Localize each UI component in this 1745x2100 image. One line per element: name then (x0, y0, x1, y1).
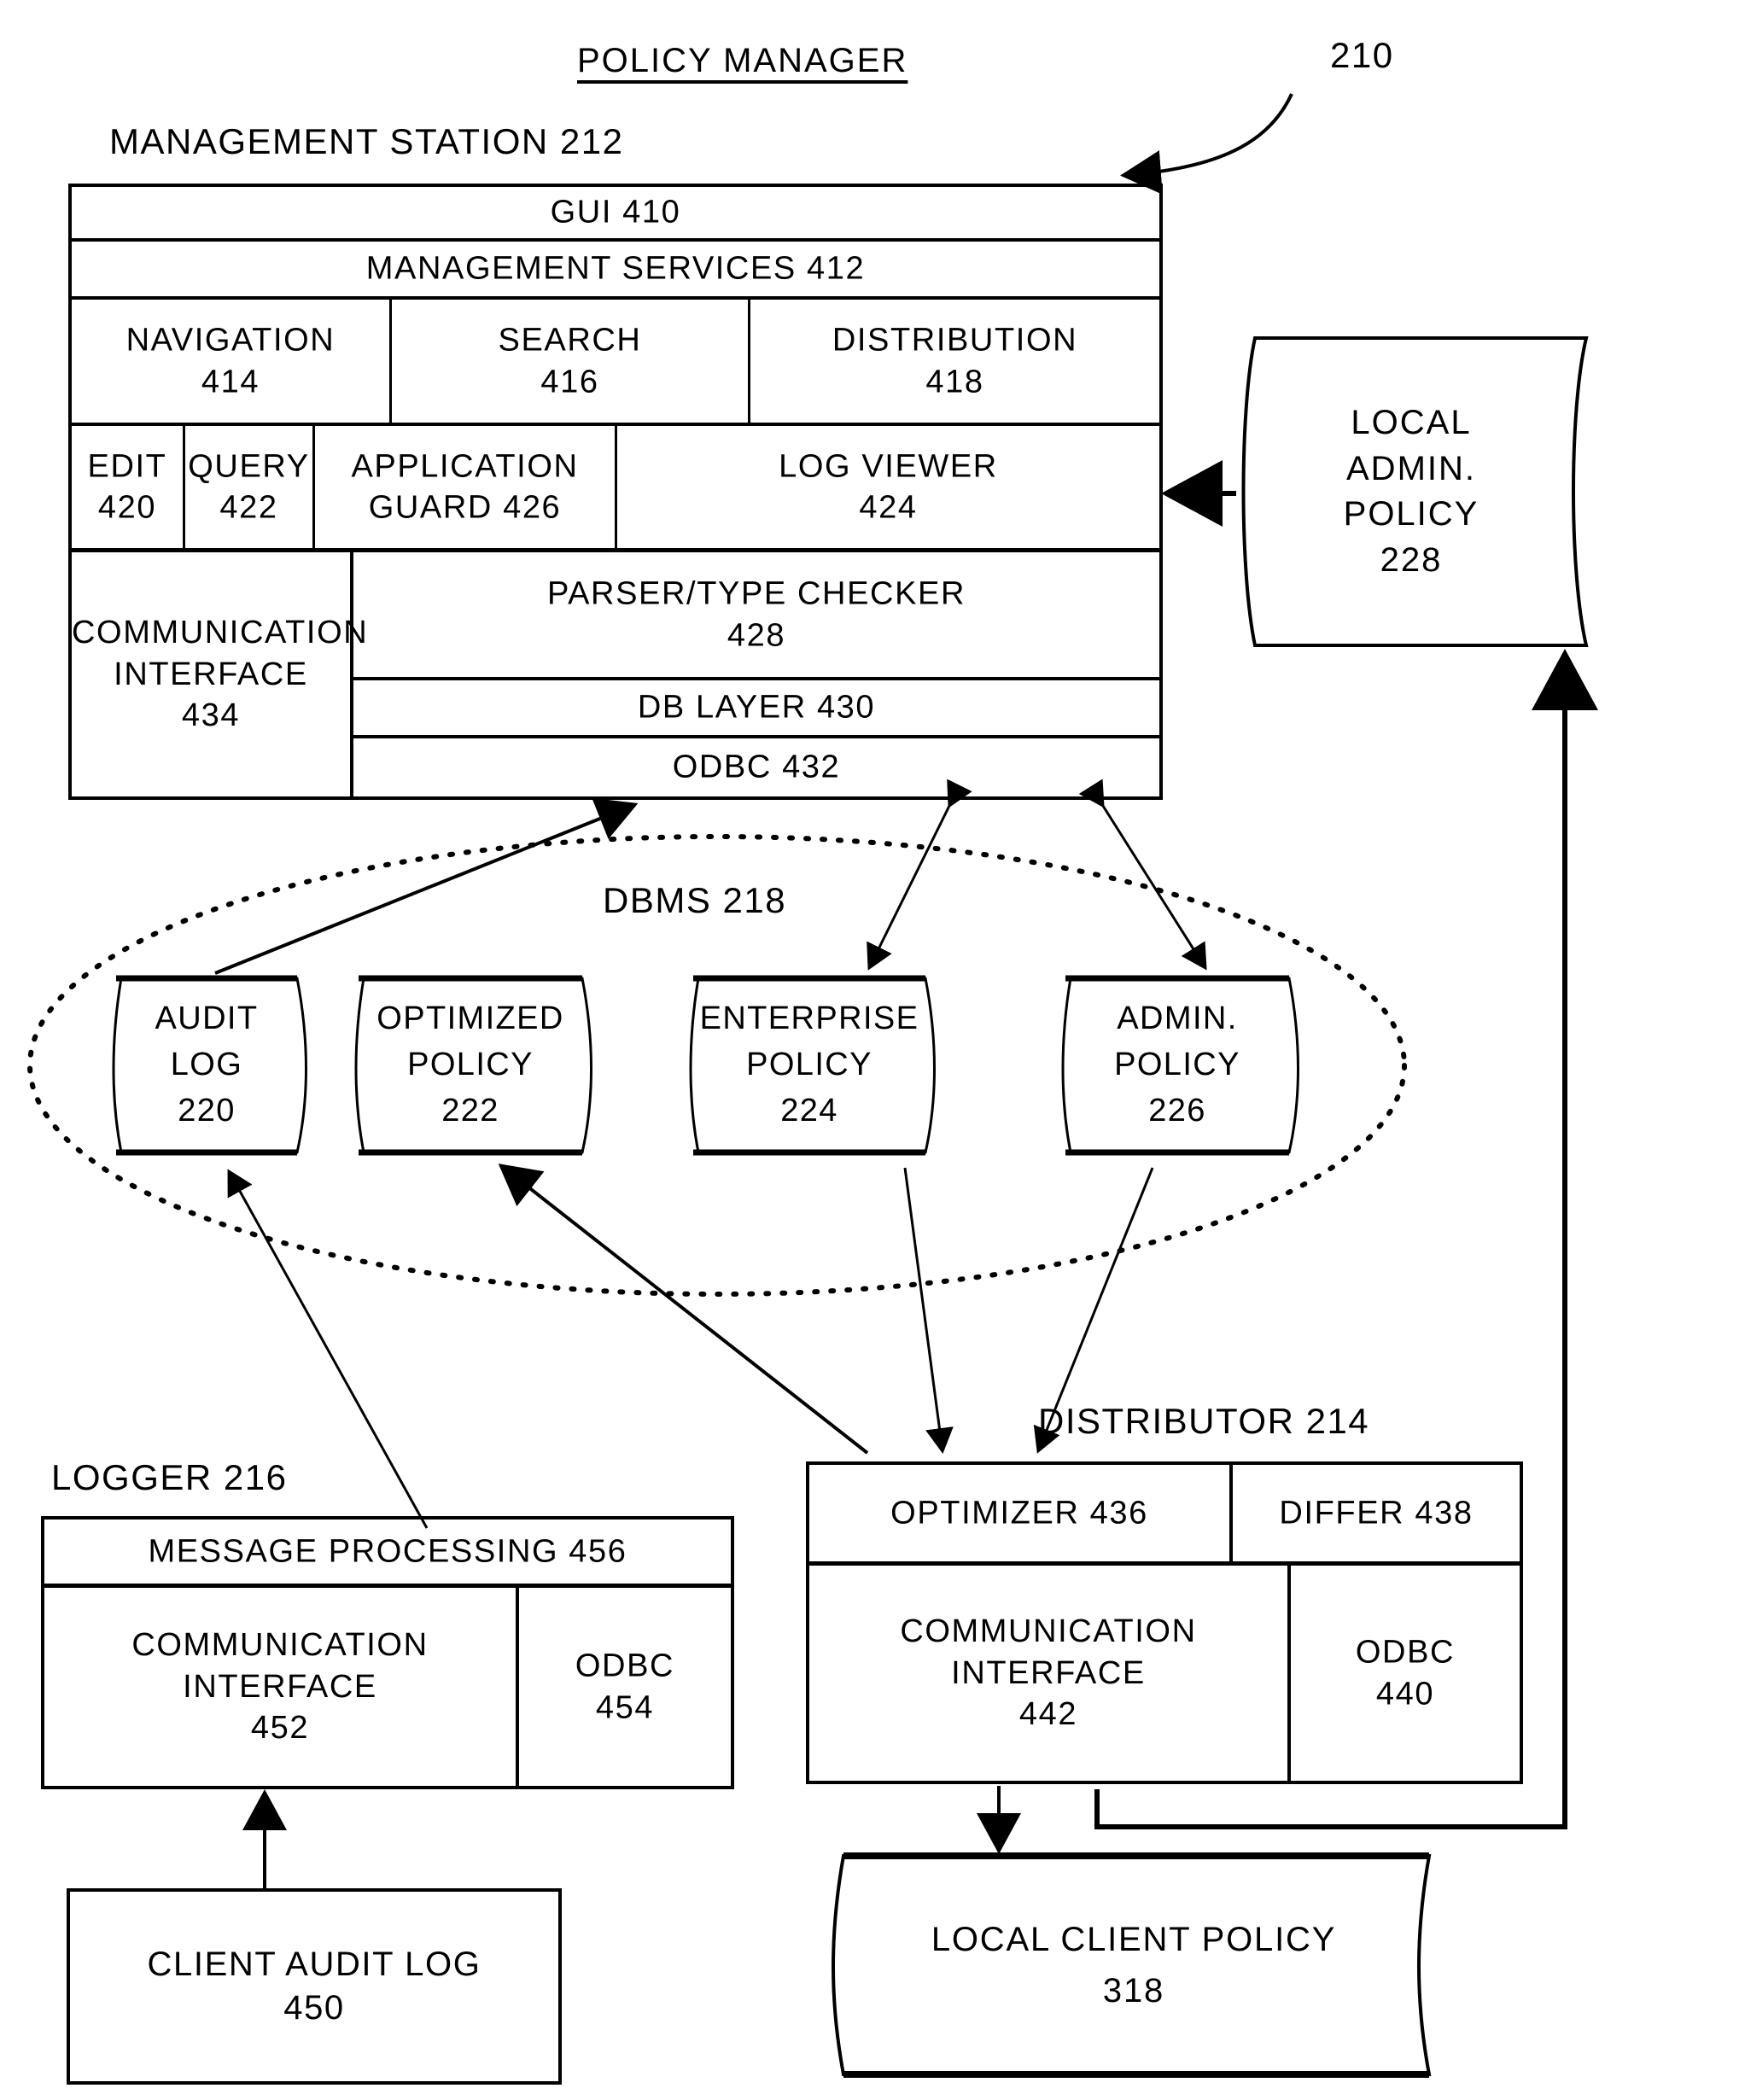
distributor-box: OPTIMIZER 436 DIFFER 438 COMMUNICATION I… (806, 1461, 1523, 1784)
management-station-bottom-row: COMMUNICATION INTERFACE 434 PARSER/TYPE … (72, 552, 1159, 796)
client-audit-log-box[interactable]: CLIENT AUDIT LOG 450 (67, 1888, 562, 2085)
distributor-communication-interface-cell[interactable]: COMMUNICATION INTERFACE 442 (809, 1566, 1291, 1781)
parser-type-checker-label: PARSER/TYPE CHECKER 428 (546, 575, 966, 653)
logger-odbc-label: ODBC 454 (575, 1648, 675, 1725)
logger-communication-interface-label: COMMUNICATION INTERFACE 452 (131, 1627, 429, 1747)
navigation-cell[interactable]: NAVIGATION 414 (72, 300, 389, 423)
figure-title: POLICY MANAGER (577, 42, 908, 79)
client-audit-log-label: CLIENT AUDIT LOG 450 (147, 1945, 481, 2027)
store-optimized-policy[interactable]: OPTIMIZED POLICY 222 (354, 971, 606, 1159)
log-viewer-cell[interactable]: LOG VIEWER 424 (615, 426, 1159, 548)
odbc-cell[interactable]: ODBC 432 (350, 738, 1159, 796)
store-enterprise-policy[interactable]: ENTERPRISE POLICY 224 (689, 971, 949, 1159)
application-guard-label: APPLICATION GUARD 426 (351, 447, 579, 526)
ref-210-leader-arrow (1120, 93, 1293, 195)
local-admin-policy-label: LOCAL ADMIN. POLICY 228 (1343, 403, 1479, 579)
services-row-1: NAVIGATION 414 SEARCH 416 DISTRIBUTION 4… (72, 300, 1159, 426)
management-station-box: GUI 410 MANAGEMENT SERVICES 412 NAVIGATI… (68, 184, 1163, 800)
log-viewer-label: LOG VIEWER 424 (779, 447, 998, 526)
distribution-cell[interactable]: DISTRIBUTION 418 (748, 300, 1159, 423)
search-cell[interactable]: SEARCH 416 (389, 300, 748, 423)
edit-cell[interactable]: EDIT 420 (72, 426, 183, 548)
communication-interface-cell[interactable]: COMMUNICATION INTERFACE 434 (72, 552, 369, 796)
communication-interface-label: COMMUNICATION INTERFACE 434 (72, 615, 369, 734)
distribution-label: DISTRIBUTION 418 (832, 322, 1078, 400)
distributor-to-optimized-policy-arrow (498, 1164, 869, 1455)
logger-box: MESSAGE PROCESSING 456 COMMUNICATION INT… (41, 1516, 734, 1789)
admin-policy-management-station-arrow (1078, 779, 1207, 971)
edit-label: EDIT 420 (87, 447, 167, 526)
management-services-cell[interactable]: MANAGEMENT SERVICES 412 (72, 242, 1159, 300)
store-enterprise-policy-label: ENTERPRISE POLICY 224 (699, 1000, 919, 1129)
gui-label: GUI 410 (550, 194, 681, 230)
logger-odbc-cell[interactable]: ODBC 454 (516, 1588, 731, 1786)
store-audit-log[interactable]: AUDIT LOG 220 (112, 971, 321, 1159)
services-row-2: EDIT 420 QUERY 422 APPLICATION GUARD 426… (72, 426, 1159, 552)
store-admin-policy-label: ADMIN. POLICY 226 (1114, 1000, 1240, 1129)
distributor-odbc-cell[interactable]: ODBC 440 (1291, 1566, 1520, 1781)
management-services-label: MANAGEMENT SERVICES 412 (365, 250, 866, 287)
navigation-label: NAVIGATION 414 (125, 322, 336, 400)
management-station-label: MANAGEMENT STATION 212 (109, 121, 624, 161)
message-processing-cell[interactable]: MESSAGE PROCESSING 456 (44, 1520, 731, 1588)
enterprise-policy-management-station-arrow (867, 779, 972, 971)
odbc-label: ODBC 432 (672, 749, 841, 785)
differ-cell[interactable]: DIFFER 438 (1233, 1465, 1520, 1566)
local-client-policy-store[interactable]: LOCAL CLIENT POLICY 318 (818, 1851, 1450, 2080)
figure-ref-number: 210 (1330, 35, 1394, 75)
distributor-label: DISTRIBUTOR 214 (1038, 1401, 1370, 1441)
store-audit-log-label: AUDIT LOG 220 (155, 1000, 259, 1129)
store-admin-policy[interactable]: ADMIN. POLICY 226 (1061, 971, 1313, 1159)
figure-canvas: POLICY MANAGER 210 MANAGEMENT STATION 21… (0, 0, 1745, 2100)
differ-label: DIFFER 438 (1279, 1495, 1474, 1531)
search-label: SEARCH 416 (498, 322, 642, 400)
logger-label: LOGGER 216 (51, 1457, 288, 1497)
logger-communication-interface-cell[interactable]: COMMUNICATION INTERFACE 452 (44, 1588, 516, 1786)
distributor-communication-interface-label: COMMUNICATION INTERFACE 442 (900, 1613, 1197, 1733)
local-client-policy-label: LOCAL CLIENT POLICY 318 (931, 1921, 1337, 2010)
local-admin-policy-store[interactable]: LOCAL ADMIN. POLICY 228 (1228, 333, 1595, 650)
store-optimized-policy-label: OPTIMIZED POLICY 222 (376, 1000, 564, 1129)
distributor-odbc-label: ODBC 440 (1355, 1634, 1456, 1712)
message-processing-label: MESSAGE PROCESSING 456 (148, 1533, 627, 1570)
dbms-label: DBMS 218 (603, 880, 787, 920)
gui-cell[interactable]: GUI 410 (72, 187, 1159, 242)
application-guard-cell[interactable]: APPLICATION GUARD 426 (312, 426, 615, 548)
audit-log-to-management-station-arrow (214, 797, 639, 975)
query-cell[interactable]: QUERY 422 (183, 426, 312, 548)
enterprise-policy-to-distributor-arrow (903, 1167, 954, 1454)
db-layer-cell[interactable]: DB LAYER 430 (350, 677, 1159, 738)
optimizer-cell[interactable]: OPTIMIZER 436 (809, 1465, 1233, 1566)
parser-type-checker-cell[interactable]: PARSER/TYPE CHECKER 428 (350, 552, 1159, 677)
db-layer-label: DB LAYER 430 (637, 689, 876, 726)
optimizer-label: OPTIMIZER 436 (890, 1495, 1148, 1531)
query-label: QUERY 422 (188, 447, 310, 526)
